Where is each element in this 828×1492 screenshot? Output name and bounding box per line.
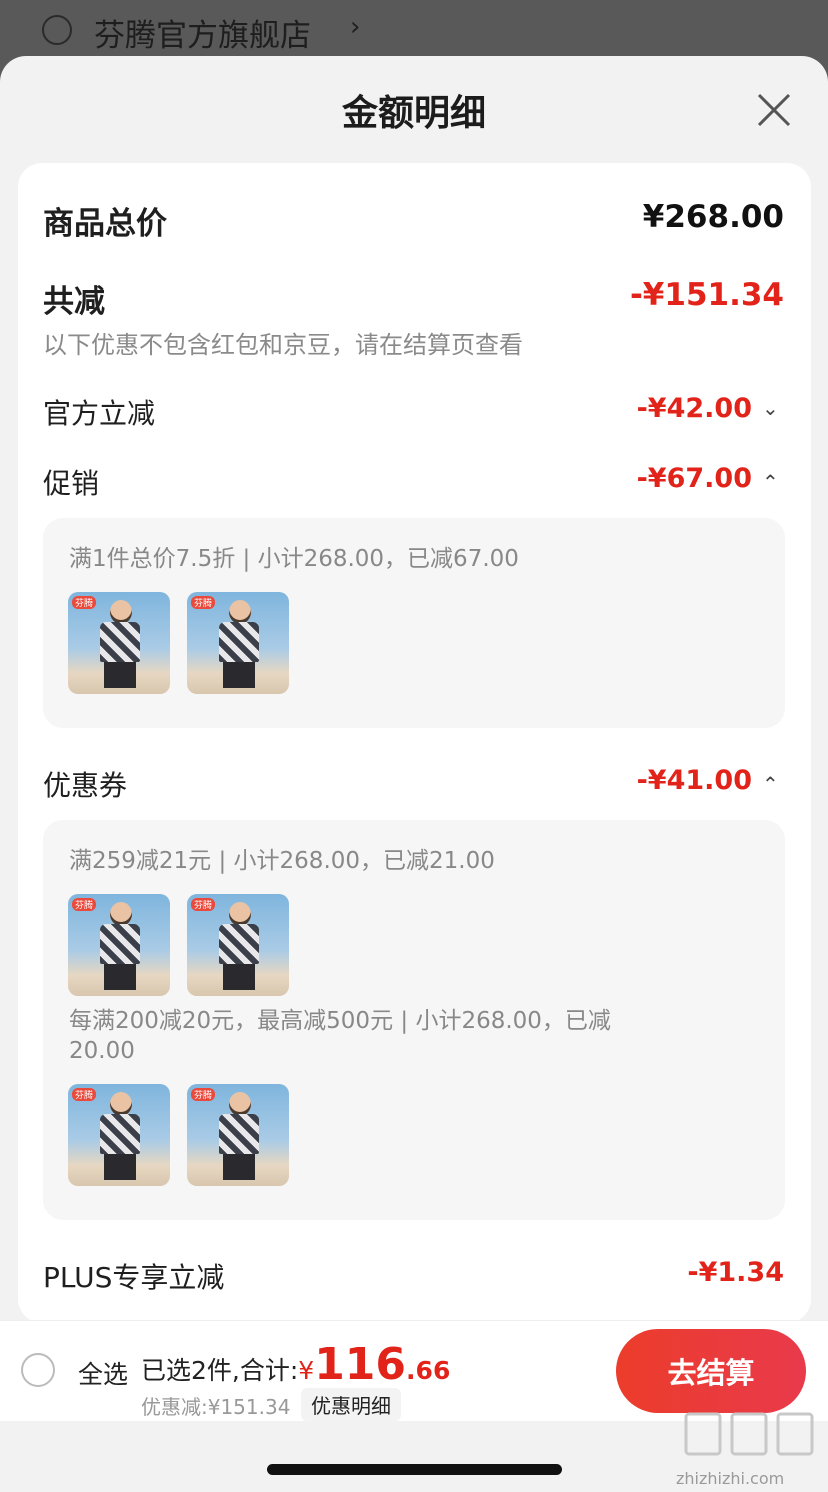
brand-logo: 芬腾	[191, 1088, 216, 1101]
discount-detail-link[interactable]: 优惠明细	[301, 1388, 401, 1421]
store-header: 芬腾官方旗舰店 ›	[0, 0, 828, 60]
brand-logo: 芬腾	[191, 898, 216, 911]
watermark: zhizhizhi.com	[676, 1408, 822, 1488]
store-name[interactable]: 芬腾官方旗舰店	[94, 10, 311, 55]
official-discount-label[interactable]: 官方立减	[43, 392, 155, 432]
discount-summary: 优惠减:¥151.34	[141, 1395, 291, 1419]
brand-logo: 芬腾	[72, 596, 97, 609]
price-decimal: .66	[406, 1356, 451, 1385]
selected-summary: 已选2件,合计:¥116.66	[141, 1339, 450, 1390]
coupon-value[interactable]: -¥41.00	[637, 765, 752, 796]
chevron-right-icon: ›	[350, 12, 361, 42]
reduction-note: 以下优惠不包含红包和京豆，请在结算页查看	[43, 331, 523, 359]
promotion-detail-box: 满1件总价7.5折 | 小计268.00，已减67.00 芬腾 芬腾	[43, 518, 785, 728]
promotion-rule-text: 满1件总价7.5折 | 小计268.00，已减67.00	[69, 546, 519, 572]
select-all-label[interactable]: 全选	[78, 1355, 128, 1391]
total-reduction-label: 共减	[43, 284, 105, 320]
coupon-detail-box: 满259减21元 | 小计268.00，已减21.00 芬腾 芬腾 每满200减…	[43, 820, 785, 1220]
coupon-rule-text: 每满200减20元，最高减500元 | 小计268.00，已减	[69, 1008, 611, 1034]
selected-count-text: 已选2件,合计:	[141, 1356, 299, 1385]
price-integer: 116	[314, 1339, 407, 1390]
product-thumbnail[interactable]: 芬腾	[68, 592, 170, 694]
plus-discount-label: PLUS专享立减	[43, 1261, 225, 1294]
total-price-value: ¥268.00	[642, 199, 784, 235]
chevron-up-icon[interactable]: ⌃	[762, 772, 779, 796]
total-reduction-value: -¥151.34	[629, 277, 784, 313]
watermark-site: zhizhizhi.com	[676, 1469, 785, 1488]
sheet-title: 金额明细	[341, 93, 486, 134]
promotion-label[interactable]: 促销	[43, 462, 99, 502]
coupon-label[interactable]: 优惠券	[43, 764, 127, 804]
plus-discount-value: -¥1.34	[687, 1257, 784, 1288]
coupon-rule-text-cont: 20.00	[69, 1038, 135, 1064]
total-price-label: 商品总价	[43, 206, 167, 242]
product-thumbnail[interactable]: 芬腾	[187, 1084, 289, 1186]
store-select-radio[interactable]	[42, 15, 72, 45]
product-thumbnail[interactable]: 芬腾	[187, 592, 289, 694]
brand-logo: 芬腾	[72, 1088, 97, 1101]
select-all-radio[interactable]	[21, 1353, 55, 1387]
price-currency: ¥	[298, 1356, 315, 1385]
checkout-bar: 全选 已选2件,合计:¥116.66 优惠减:¥151.34 优惠明细 去结算	[0, 1320, 828, 1421]
brand-logo: 芬腾	[191, 596, 216, 609]
product-thumbnail[interactable]: 芬腾	[187, 894, 289, 996]
coupon-rule-text: 满259减21元 | 小计268.00，已减21.00	[69, 848, 495, 874]
close-icon[interactable]	[756, 92, 792, 128]
product-thumbnail[interactable]: 芬腾	[68, 894, 170, 996]
checkout-button[interactable]: 去结算	[616, 1329, 806, 1413]
watermark-logo-icon	[684, 1412, 814, 1456]
home-indicator	[267, 1464, 562, 1475]
chevron-up-icon[interactable]: ⌃	[762, 470, 779, 494]
promotion-value[interactable]: -¥67.00	[637, 463, 752, 494]
official-discount-value[interactable]: -¥42.00	[637, 393, 752, 424]
brand-logo: 芬腾	[72, 898, 97, 911]
product-thumbnail[interactable]: 芬腾	[68, 1084, 170, 1186]
chevron-down-icon[interactable]: ⌄	[762, 396, 779, 420]
